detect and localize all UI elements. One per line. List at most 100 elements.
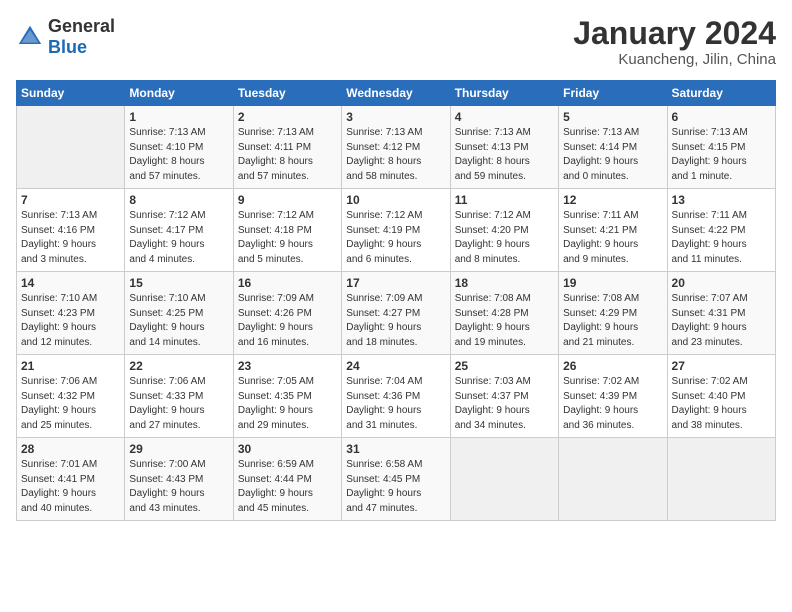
day-info: Sunrise: 7:02 AM Sunset: 4:40 PM Dayligh… (672, 375, 771, 433)
calendar-day-cell: 3 Sunrise: 7:13 AM Sunset: 4:12 PM Daylig… (342, 106, 450, 189)
day-number: 18 (455, 276, 554, 290)
day-number: 9 (238, 193, 337, 207)
page-header: General Blue January 2024 Kuancheng, Jil… (16, 16, 776, 68)
day-info: Sunrise: 7:13 AM Sunset: 4:15 PM Dayligh… (672, 126, 771, 184)
calendar-day-cell: 14 Sunrise: 7:10 AM Sunset: 4:23 PM Dayli… (17, 272, 125, 355)
calendar-header-row: SundayMondayTuesdayWednesdayThursdayFrid… (17, 81, 776, 106)
calendar-day-cell: 11 Sunrise: 7:12 AM Sunset: 4:20 PM Dayli… (450, 189, 558, 272)
calendar-day-cell (559, 438, 667, 521)
day-info: Sunrise: 7:06 AM Sunset: 4:33 PM Dayligh… (129, 375, 228, 433)
calendar-week-row: 28 Sunrise: 7:01 AM Sunset: 4:41 PM Dayli… (17, 438, 776, 521)
calendar-day-cell: 18 Sunrise: 7:08 AM Sunset: 4:28 PM Dayli… (450, 272, 558, 355)
calendar-week-row: 21 Sunrise: 7:06 AM Sunset: 4:32 PM Dayli… (17, 355, 776, 438)
day-number: 8 (129, 193, 228, 207)
calendar-table: SundayMondayTuesdayWednesdayThursdayFrid… (16, 80, 776, 521)
day-number: 26 (563, 359, 662, 373)
day-number: 4 (455, 110, 554, 124)
day-info: Sunrise: 7:04 AM Sunset: 4:36 PM Dayligh… (346, 375, 445, 433)
day-info: Sunrise: 7:12 AM Sunset: 4:20 PM Dayligh… (455, 209, 554, 267)
calendar-day-cell: 25 Sunrise: 7:03 AM Sunset: 4:37 PM Dayli… (450, 355, 558, 438)
logo-text: General Blue (48, 16, 115, 58)
day-info: Sunrise: 7:13 AM Sunset: 4:11 PM Dayligh… (238, 126, 337, 184)
calendar-day-cell: 20 Sunrise: 7:07 AM Sunset: 4:31 PM Dayli… (667, 272, 775, 355)
day-number: 5 (563, 110, 662, 124)
day-info: Sunrise: 7:13 AM Sunset: 4:16 PM Dayligh… (21, 209, 120, 267)
day-info: Sunrise: 7:09 AM Sunset: 4:26 PM Dayligh… (238, 292, 337, 350)
calendar-day-cell: 8 Sunrise: 7:12 AM Sunset: 4:17 PM Daylig… (125, 189, 233, 272)
subtitle: Kuancheng, Jilin, China (573, 51, 776, 68)
day-info: Sunrise: 7:01 AM Sunset: 4:41 PM Dayligh… (21, 458, 120, 516)
logo-general: General (48, 16, 115, 36)
day-info: Sunrise: 7:06 AM Sunset: 4:32 PM Dayligh… (21, 375, 120, 433)
calendar-day-cell: 24 Sunrise: 7:04 AM Sunset: 4:36 PM Dayli… (342, 355, 450, 438)
calendar-week-row: 1Sunrise: 7:13 AM Sunset: 4:10 PM Daylig… (17, 106, 776, 189)
day-number: 14 (21, 276, 120, 290)
day-number: 27 (672, 359, 771, 373)
day-number: 7 (21, 193, 120, 207)
day-info: Sunrise: 7:08 AM Sunset: 4:28 PM Dayligh… (455, 292, 554, 350)
title-block: January 2024 Kuancheng, Jilin, China (573, 16, 776, 68)
calendar-day-cell: 7 Sunrise: 7:13 AM Sunset: 4:16 PM Daylig… (17, 189, 125, 272)
day-number: 31 (346, 442, 445, 456)
day-number: 22 (129, 359, 228, 373)
calendar-day-cell: 15 Sunrise: 7:10 AM Sunset: 4:25 PM Dayli… (125, 272, 233, 355)
day-info: Sunrise: 7:10 AM Sunset: 4:23 PM Dayligh… (21, 292, 120, 350)
day-number: 3 (346, 110, 445, 124)
calendar-day-cell: 16Sunrise: 7:09 AM Sunset: 4:26 PM Dayli… (233, 272, 341, 355)
calendar-day-cell: 12Sunrise: 7:11 AM Sunset: 4:21 PM Dayli… (559, 189, 667, 272)
logo: General Blue (16, 16, 115, 58)
day-number: 6 (672, 110, 771, 124)
calendar-day-cell (450, 438, 558, 521)
day-info: Sunrise: 6:59 AM Sunset: 4:44 PM Dayligh… (238, 458, 337, 516)
calendar-day-cell: 10 Sunrise: 7:12 AM Sunset: 4:19 PM Dayli… (342, 189, 450, 272)
day-info: Sunrise: 7:12 AM Sunset: 4:18 PM Dayligh… (238, 209, 337, 267)
day-info: Sunrise: 7:09 AM Sunset: 4:27 PM Dayligh… (346, 292, 445, 350)
calendar-day-cell: 28 Sunrise: 7:01 AM Sunset: 4:41 PM Dayli… (17, 438, 125, 521)
calendar-day-cell: 21 Sunrise: 7:06 AM Sunset: 4:32 PM Dayli… (17, 355, 125, 438)
calendar-day-cell: 5 Sunrise: 7:13 AM Sunset: 4:14 PM Daylig… (559, 106, 667, 189)
day-info: Sunrise: 7:11 AM Sunset: 4:21 PM Dayligh… (563, 209, 662, 267)
day-of-week-header: Monday (125, 81, 233, 106)
calendar-day-cell: 31 Sunrise: 6:58 AM Sunset: 4:45 PM Dayli… (342, 438, 450, 521)
day-info: Sunrise: 7:10 AM Sunset: 4:25 PM Dayligh… (129, 292, 228, 350)
day-number: 24 (346, 359, 445, 373)
calendar-day-cell: 13Sunrise: 7:11 AM Sunset: 4:22 PM Dayli… (667, 189, 775, 272)
day-info: Sunrise: 7:12 AM Sunset: 4:19 PM Dayligh… (346, 209, 445, 267)
logo-blue: Blue (48, 37, 87, 57)
day-number: 11 (455, 193, 554, 207)
day-number: 20 (672, 276, 771, 290)
calendar-day-cell (17, 106, 125, 189)
day-info: Sunrise: 7:03 AM Sunset: 4:37 PM Dayligh… (455, 375, 554, 433)
calendar-day-cell (667, 438, 775, 521)
day-of-week-header: Sunday (17, 81, 125, 106)
calendar-day-cell: 2 Sunrise: 7:13 AM Sunset: 4:11 PM Daylig… (233, 106, 341, 189)
calendar-day-cell: 9 Sunrise: 7:12 AM Sunset: 4:18 PM Daylig… (233, 189, 341, 272)
calendar-day-cell: 6 Sunrise: 7:13 AM Sunset: 4:15 PM Daylig… (667, 106, 775, 189)
day-of-week-header: Friday (559, 81, 667, 106)
calendar-day-cell: 17Sunrise: 7:09 AM Sunset: 4:27 PM Dayli… (342, 272, 450, 355)
day-number: 21 (21, 359, 120, 373)
day-number: 10 (346, 193, 445, 207)
day-number: 13 (672, 193, 771, 207)
day-info: Sunrise: 7:13 AM Sunset: 4:13 PM Dayligh… (455, 126, 554, 184)
day-info: Sunrise: 7:12 AM Sunset: 4:17 PM Dayligh… (129, 209, 228, 267)
calendar-day-cell: 1Sunrise: 7:13 AM Sunset: 4:10 PM Daylig… (125, 106, 233, 189)
calendar-week-row: 7 Sunrise: 7:13 AM Sunset: 4:16 PM Daylig… (17, 189, 776, 272)
day-number: 23 (238, 359, 337, 373)
day-info: Sunrise: 7:08 AM Sunset: 4:29 PM Dayligh… (563, 292, 662, 350)
day-info: Sunrise: 6:58 AM Sunset: 4:45 PM Dayligh… (346, 458, 445, 516)
day-info: Sunrise: 7:13 AM Sunset: 4:14 PM Dayligh… (563, 126, 662, 184)
day-number: 25 (455, 359, 554, 373)
calendar-day-cell: 30Sunrise: 6:59 AM Sunset: 4:44 PM Dayli… (233, 438, 341, 521)
day-info: Sunrise: 7:13 AM Sunset: 4:12 PM Dayligh… (346, 126, 445, 184)
calendar-day-cell: 29Sunrise: 7:00 AM Sunset: 4:43 PM Dayli… (125, 438, 233, 521)
day-number: 29 (129, 442, 228, 456)
day-info: Sunrise: 7:07 AM Sunset: 4:31 PM Dayligh… (672, 292, 771, 350)
day-info: Sunrise: 7:02 AM Sunset: 4:39 PM Dayligh… (563, 375, 662, 433)
day-number: 15 (129, 276, 228, 290)
day-number: 28 (21, 442, 120, 456)
main-title: January 2024 (573, 16, 776, 51)
calendar-week-row: 14 Sunrise: 7:10 AM Sunset: 4:23 PM Dayli… (17, 272, 776, 355)
calendar-day-cell: 23Sunrise: 7:05 AM Sunset: 4:35 PM Dayli… (233, 355, 341, 438)
day-number: 2 (238, 110, 337, 124)
